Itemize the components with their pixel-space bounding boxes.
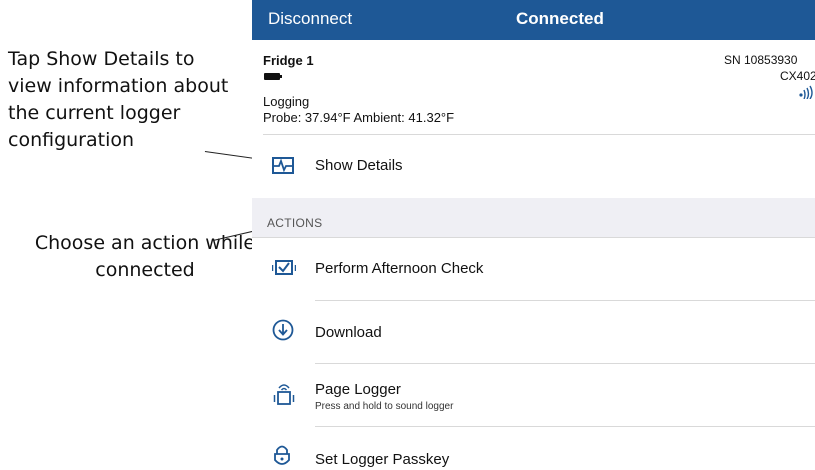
download-icon bbox=[272, 319, 294, 341]
lock-icon bbox=[274, 445, 290, 465]
actions-section-header: ACTIONS bbox=[252, 198, 815, 237]
details-callout: Tap Show Details to view information abo… bbox=[8, 48, 229, 151]
page-logger-row[interactable]: Page Logger Press and hold to sound logg… bbox=[252, 364, 815, 426]
checkbox-icon bbox=[272, 260, 296, 275]
actions-header-label: ACTIONS bbox=[267, 216, 323, 230]
perform-check-row[interactable]: Perform Afternoon Check bbox=[252, 238, 815, 300]
set-passkey-label: Set Logger Passkey bbox=[315, 451, 450, 468]
show-details-row[interactable]: Show Details bbox=[252, 135, 815, 198]
logger-model: CX402 bbox=[780, 69, 815, 83]
screen-title: Connected bbox=[516, 9, 604, 28]
logger-status: Logging bbox=[263, 94, 310, 109]
logger-reading: Probe: 37.94°F Ambient: 41.32°F bbox=[263, 110, 455, 125]
download-label: Download bbox=[315, 324, 382, 341]
show-details-label: Show Details bbox=[315, 157, 403, 174]
page-logger-icon bbox=[273, 384, 295, 405]
perform-check-label: Perform Afternoon Check bbox=[315, 260, 484, 277]
battery-icon bbox=[264, 73, 282, 80]
app-screen: Disconnect Connected Fridge 1 Logging Pr… bbox=[252, 0, 815, 470]
logger-name: Fridge 1 bbox=[263, 53, 314, 68]
disconnect-button[interactable]: Disconnect bbox=[268, 9, 352, 29]
serial-number: SN 10853930 bbox=[724, 53, 798, 67]
navigation-bar: Disconnect Connected bbox=[252, 0, 815, 40]
signal-icon bbox=[799, 85, 813, 99]
logger-status-panel: Fridge 1 Logging Probe: 37.94°F Ambient:… bbox=[252, 40, 815, 135]
page-logger-label: Page Logger bbox=[315, 381, 401, 398]
set-passkey-row[interactable]: Set Logger Passkey bbox=[252, 427, 815, 470]
page-logger-subtitle: Press and hold to sound logger bbox=[315, 401, 454, 412]
download-row[interactable]: Download bbox=[252, 301, 815, 363]
waveform-icon bbox=[272, 157, 294, 174]
